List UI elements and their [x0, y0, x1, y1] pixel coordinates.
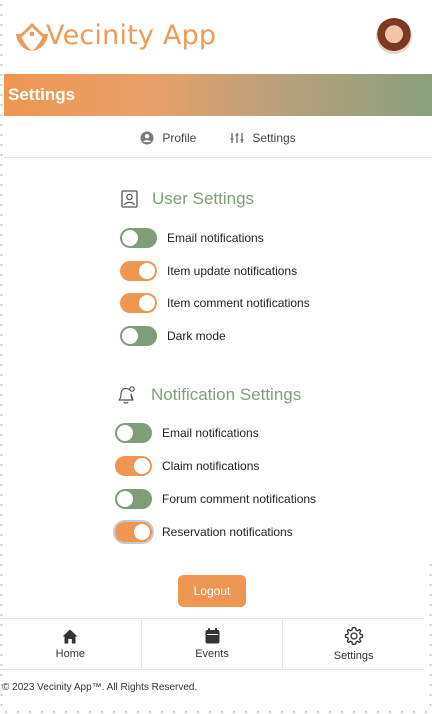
notification-settings-heading: Notification Settings: [115, 384, 301, 406]
setting-row-item-update: Item update notifications: [120, 261, 297, 281]
bottom-nav-events[interactable]: Events: [142, 619, 284, 669]
page-edge-dots-left: [0, 0, 3, 714]
footer-copyright: © 2023 Vecinity App™. All Rights Reserve…: [2, 682, 198, 693]
bottom-nav: Home Events Settings: [0, 618, 424, 670]
user-avatar[interactable]: [376, 18, 412, 54]
home-icon: [62, 629, 78, 643]
user-settings-title: User Settings: [152, 189, 255, 208]
page-title: Settings: [8, 85, 76, 104]
dark-mode-toggle[interactable]: [120, 326, 157, 346]
setting-label: Item comment notifications: [167, 296, 310, 310]
notification-row-reservation: Reservation notifications: [115, 522, 293, 542]
subnav-profile[interactable]: Profile: [140, 131, 196, 145]
bottom-nav-events-label: Events: [195, 648, 229, 660]
subnav-profile-label: Profile: [162, 130, 197, 145]
email-notifications-toggle-2[interactable]: [115, 423, 152, 443]
app-header: Vecinity App: [0, 0, 432, 74]
setting-label: Email notifications: [162, 426, 259, 440]
settings-subnav: Profile Settings: [4, 118, 432, 158]
calendar-icon: [205, 628, 219, 644]
item-comment-notifications-toggle[interactable]: [120, 293, 157, 313]
user-circle-icon: [140, 131, 154, 144]
setting-label: Item update notifications: [167, 264, 298, 278]
user-settings-heading: User Settings: [121, 189, 254, 209]
setting-label: Email notifications: [167, 231, 264, 245]
notification-row-claim: Claim notifications: [115, 456, 259, 476]
bottom-nav-settings-label: Settings: [333, 650, 374, 662]
page-edge-dots-bottom: [0, 710, 432, 714]
notification-settings-title: Notification Settings: [151, 385, 302, 404]
item-update-notifications-toggle[interactable]: [120, 261, 157, 281]
app-name: Vecinity App: [46, 19, 217, 51]
reservation-notifications-toggle[interactable]: [115, 522, 152, 542]
app-logo[interactable]: Vecinity App: [14, 16, 216, 54]
bell-icon: [118, 386, 135, 404]
setting-label: Forum comment notifications: [162, 492, 317, 506]
bottom-nav-home-label: Home: [55, 647, 85, 660]
bottom-nav-home[interactable]: Home: [0, 619, 142, 669]
subnav-settings-label: Settings: [252, 130, 296, 145]
logout-button[interactable]: Logout: [178, 575, 246, 607]
sliders-icon: [230, 132, 244, 143]
notification-row-email: Email notifications: [115, 423, 259, 443]
setting-label: Claim notifications: [162, 459, 260, 473]
setting-label: Reservation notifications: [162, 525, 293, 539]
bottom-nav-settings[interactable]: Settings: [283, 619, 424, 669]
page-banner: Settings: [4, 74, 432, 116]
subnav-settings[interactable]: Settings: [230, 130, 296, 145]
setting-label: Dark mode: [167, 329, 226, 343]
forum-comment-notifications-toggle[interactable]: [115, 489, 152, 509]
email-notifications-toggle[interactable]: [120, 228, 157, 248]
notification-row-forum-comment: Forum comment notifications: [115, 489, 316, 509]
user-badge-icon: [121, 190, 138, 208]
gear-icon: [344, 626, 363, 645]
logo-house-hands-icon: [16, 23, 48, 51]
claim-notifications-toggle[interactable]: [115, 456, 152, 476]
setting-row-dark-mode: Dark mode: [120, 326, 226, 346]
setting-row-item-comment: Item comment notifications: [120, 293, 310, 313]
setting-row-email: Email notifications: [120, 228, 264, 248]
